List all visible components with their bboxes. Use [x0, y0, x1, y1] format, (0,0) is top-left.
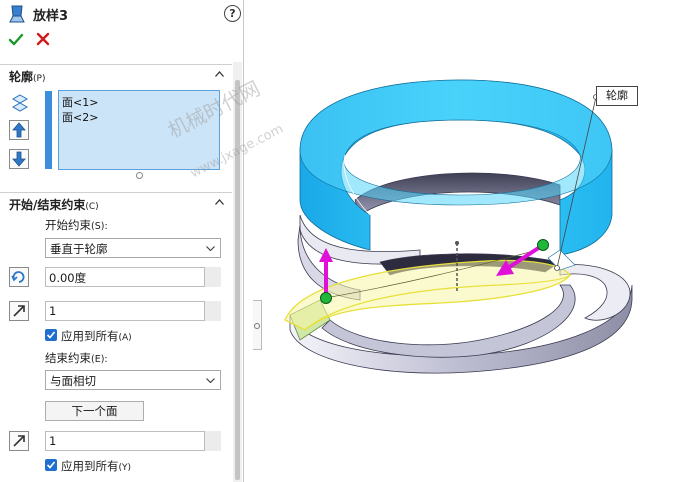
profiles-header-label: 轮廓 — [9, 70, 34, 84]
end-constraint-text: 结束约束 — [45, 351, 91, 365]
start-apply-all-checkbox[interactable] — [45, 329, 57, 341]
reverse-direction-button[interactable] — [9, 267, 29, 287]
arrow-up-icon — [12, 122, 26, 138]
profile-callout[interactable]: 轮廓 — [596, 86, 638, 106]
end-constraint-label: 结束约束(E): — [45, 350, 108, 366]
collapse-chevron-icon[interactable] — [215, 71, 224, 77]
end-apply-all-key: (Y) — [118, 463, 132, 473]
panel-scrollbar-thumb[interactable] — [235, 80, 240, 480]
start-constraint-text: 开始约束 — [45, 218, 91, 232]
start-constraint-label: 开始约束(S): — [45, 217, 108, 233]
chevron-down-icon — [206, 246, 215, 251]
cancel-x-icon[interactable] — [36, 32, 50, 46]
rotate-direction-icon — [11, 271, 25, 283]
end-constraint-value: 与面相切 — [50, 374, 96, 388]
profile-item-1[interactable]: 面<1> — [62, 94, 98, 110]
end-tangent-length-spinner[interactable] — [205, 431, 221, 451]
start-tangent-length-button — [9, 301, 29, 321]
tangent-length-icon — [13, 435, 25, 447]
draft-angle-value: 0.00度 — [49, 271, 87, 285]
help-icon[interactable]: ? — [224, 5, 241, 22]
constraints-header-key: (C) — [85, 202, 99, 212]
property-manager-panel: 放样3 ? 轮廓(P) 面<1> 面<2> 开始/结束约束(C) 开始约束(S)… — [0, 0, 244, 482]
collapse-chevron-icon[interactable] — [215, 199, 224, 205]
constraints-header-label: 开始/结束约束 — [9, 198, 86, 212]
end-tangent-length-value: 1 — [49, 434, 57, 448]
profile-select-icon — [11, 94, 29, 112]
start-tangent-length-input[interactable]: 1 — [45, 301, 205, 321]
profile-item-2[interactable]: 面<2> — [62, 109, 98, 125]
end-constraint-key: (E): — [91, 354, 108, 365]
constraints-section-header[interactable]: 开始/结束约束(C) — [0, 192, 232, 213]
start-constraint-select[interactable]: 垂直于轮廓 — [45, 238, 221, 258]
axis-end-dot — [455, 241, 459, 245]
start-apply-all-label: 应用到所有(A) — [61, 328, 132, 344]
panel-collapse-handle[interactable] — [253, 300, 262, 350]
end-tangent-length-input[interactable]: 1 — [45, 431, 205, 451]
move-down-button[interactable] — [9, 149, 29, 169]
callout-target — [554, 265, 560, 271]
draft-angle-input[interactable]: 0.00度 — [45, 267, 205, 287]
handle-grip-icon — [254, 323, 260, 329]
end-connector-handle[interactable] — [537, 239, 549, 251]
move-up-button[interactable] — [9, 120, 29, 140]
start-tangent-length-value: 1 — [49, 304, 57, 318]
panel-title-row: 放样3 ? — [0, 0, 243, 28]
check-icon — [46, 461, 56, 469]
start-apply-all-key: (A) — [118, 333, 132, 343]
start-connector-handle[interactable] — [320, 292, 332, 304]
panel-title: 放样3 — [33, 9, 69, 24]
profiles-section-header[interactable]: 轮廓(P) — [0, 64, 232, 85]
check-icon — [46, 331, 56, 339]
list-resize-handle[interactable] — [136, 172, 143, 179]
arrow-down-icon — [12, 151, 26, 167]
constraints-section-title: 开始/结束约束(C) — [9, 196, 99, 213]
start-apply-all-text: 应用到所有 — [61, 329, 119, 343]
end-apply-all-label: 应用到所有(Y) — [61, 458, 131, 474]
chevron-down-icon — [206, 378, 215, 383]
draft-angle-spinner[interactable] — [205, 267, 221, 287]
end-apply-all-text: 应用到所有 — [61, 459, 119, 473]
profiles-section-title: 轮廓(P) — [9, 68, 45, 85]
end-constraint-select[interactable]: 与面相切 — [45, 370, 221, 390]
profile-list-marker — [45, 91, 52, 169]
start-constraint-key: (S): — [91, 221, 108, 232]
start-tangent-length-spinner[interactable] — [205, 301, 221, 321]
end-apply-all-checkbox[interactable] — [45, 459, 57, 471]
loft-feature-icon — [9, 5, 25, 23]
ok-check-icon[interactable] — [8, 32, 24, 48]
next-face-button[interactable]: 下一个面 — [45, 401, 144, 421]
graphics-viewport[interactable] — [262, 0, 700, 482]
profiles-header-key: (P) — [33, 74, 46, 84]
start-constraint-value: 垂直于轮廓 — [50, 242, 108, 256]
end-tangent-length-button — [9, 431, 29, 451]
tangent-length-icon — [13, 305, 25, 317]
